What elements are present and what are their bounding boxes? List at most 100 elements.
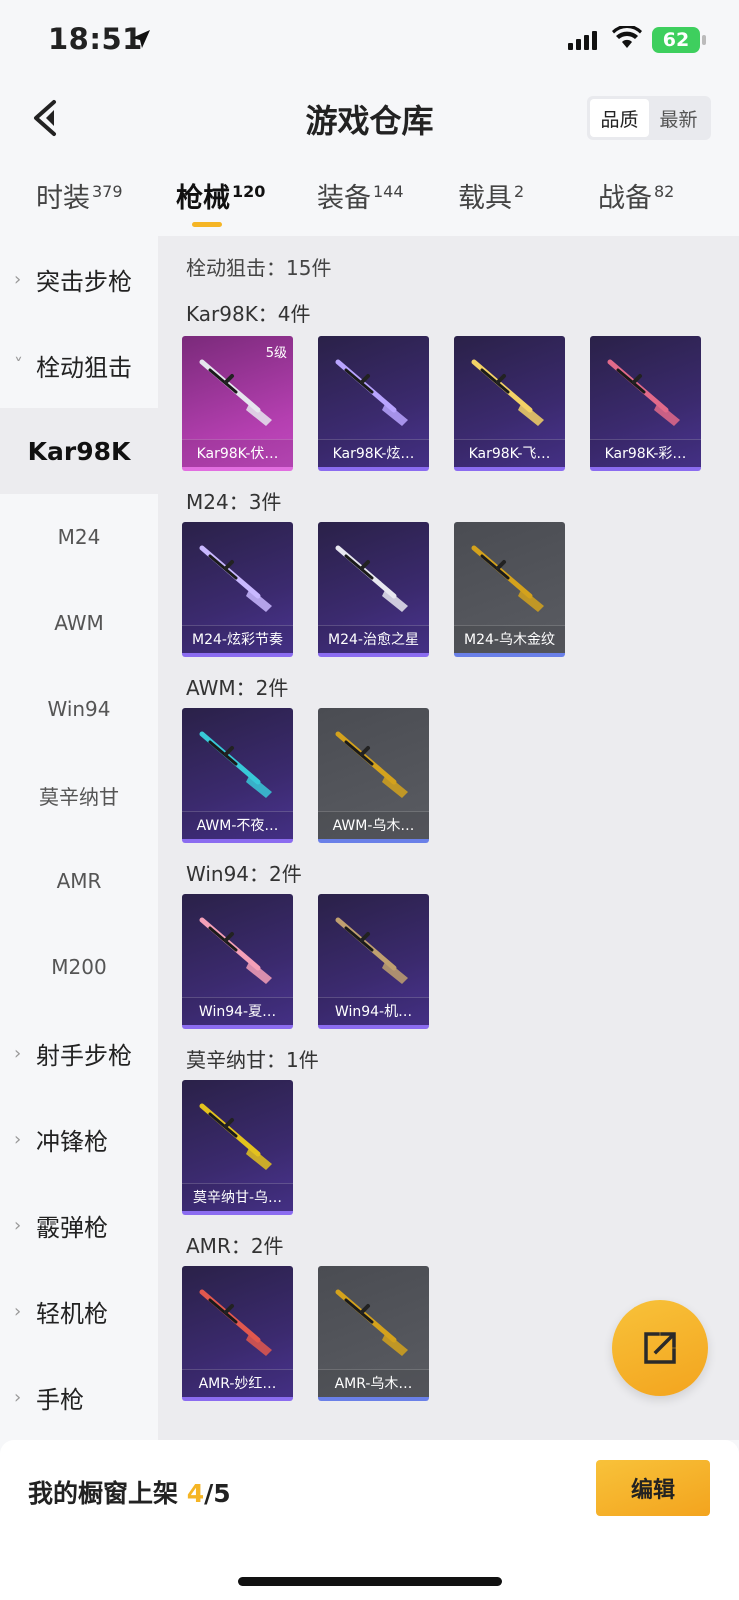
share-button[interactable] (612, 1300, 708, 1396)
sort-quality-button[interactable]: 品质 (590, 99, 649, 137)
share-export-icon (644, 1332, 676, 1364)
sidebar-item-1[interactable]: ˅ 栓动狙击 (0, 322, 158, 408)
home-indicator (238, 1577, 502, 1586)
chevron-right-icon: › (14, 268, 22, 290)
weapon-skin-card[interactable]: 5级 Kar98K-伏… (182, 336, 293, 471)
chevron-right-icon: › (14, 1386, 22, 1408)
tab-fashion[interactable]: 时装 379 (36, 176, 123, 215)
cellular-signal-icon (568, 31, 597, 50)
section-title: AWM：2件 (186, 676, 289, 700)
rifle-icon (471, 359, 544, 426)
sidebar-item-8[interactable]: M200 (0, 924, 158, 1010)
sidebar-item-label: 突击步枪 (36, 267, 132, 296)
sort-newest-button[interactable]: 最新 (649, 99, 708, 137)
sidebar-item-label: Win94 (47, 697, 111, 721)
rifle-icon (471, 545, 544, 612)
status-time: 18:51 (48, 22, 143, 56)
skin-name: AMR-妙红… (182, 1369, 293, 1397)
sidebar-item-label: 栓动狙击 (36, 353, 132, 382)
skin-name: AMR-乌木… (318, 1369, 429, 1397)
sidebar-item-11[interactable]: › 霰弹枪 (0, 1182, 158, 1268)
weapon-skin-card[interactable]: AMR-乌木… (318, 1266, 429, 1401)
skin-name: Kar98K-彩… (590, 439, 701, 467)
weapon-skin-card[interactable]: AWM-乌木… (318, 708, 429, 843)
rifle-icon (607, 359, 680, 426)
tab-supplies[interactable]: 战备 82 (598, 176, 674, 215)
sidebar-item-12[interactable]: › 轻机枪 (0, 1268, 158, 1354)
rifle-icon (199, 917, 272, 984)
sidebar-item-label: Kar98K (27, 436, 131, 466)
weapon-skin-card[interactable]: AWM-不夜… (182, 708, 293, 843)
tab-equipment[interactable]: 装备 144 (317, 176, 404, 215)
section-title: 莫辛纳甘：1件 (186, 1048, 319, 1072)
weapon-skin-card[interactable]: Kar98K-飞… (454, 336, 565, 471)
sidebar-item-13[interactable]: › 手枪 (0, 1354, 158, 1440)
rifle-icon (335, 1289, 408, 1356)
sidebar-item-label: AWM (54, 611, 104, 635)
sidebar-item-label: M24 (57, 525, 101, 549)
sort-toggle: 品质 最新 (587, 96, 711, 140)
battery-level: 62 (652, 27, 700, 53)
chevron-right-icon: › (14, 1300, 22, 1322)
chevron-down-icon: ˅ (14, 354, 23, 376)
weapon-skin-card[interactable]: AMR-妙红… (182, 1266, 293, 1401)
sidebar-item-6[interactable]: 莫辛纳甘 (0, 752, 158, 838)
rifle-icon (335, 545, 408, 612)
rifle-icon (199, 731, 272, 798)
sidebar-item-label: 射手步枪 (36, 1041, 132, 1070)
sidebar-item-label: 霰弹枪 (36, 1213, 108, 1242)
skin-name: 莫辛纳甘-乌… (182, 1183, 293, 1211)
weapon-skin-card[interactable]: Kar98K-炫… (318, 336, 429, 471)
showcase-footer: 我的橱窗上架 4/5 编辑 (0, 1440, 739, 1600)
sidebar-item-label: 冲锋枪 (36, 1127, 108, 1156)
battery-cap (702, 35, 706, 45)
sidebar-item-2[interactable]: Kar98K (0, 408, 158, 494)
chevron-right-icon: › (14, 1042, 22, 1064)
sidebar-item-4[interactable]: AWM (0, 580, 158, 666)
location-arrow-icon (132, 30, 150, 48)
weapon-skin-card[interactable]: M24-治愈之星 (318, 522, 429, 657)
sidebar-item-9[interactable]: › 射手步枪 (0, 1010, 158, 1096)
edit-button[interactable]: 编辑 (596, 1460, 710, 1516)
skin-name: Kar98K-飞… (454, 439, 565, 467)
section-title: AMR：2件 (186, 1234, 284, 1258)
sidebar-item-3[interactable]: M24 (0, 494, 158, 580)
rifle-icon (199, 359, 272, 426)
skin-name: M24-治愈之星 (318, 625, 429, 653)
skin-name: M24-乌木金纹 (454, 625, 565, 653)
status-bar: 18:51 62 (0, 0, 739, 80)
sidebar-item-10[interactable]: › 冲锋枪 (0, 1096, 158, 1182)
weapon-skin-card[interactable]: 莫辛纳甘-乌… (182, 1080, 293, 1215)
inventory-grid: 栓动狙击：15件 Kar98K：4件 5级 Kar98K-伏… Kar98K-炫… Ka… (158, 236, 739, 1440)
rifle-icon (335, 917, 408, 984)
skin-name: M24-炫彩节奏 (182, 625, 293, 653)
sidebar-item-label: M200 (51, 955, 107, 979)
category-tabs: 时装 379 枪械 120 装备 144 载具 2 战备 82 (0, 176, 739, 236)
rifle-icon (335, 359, 408, 426)
chevron-right-icon: › (14, 1128, 22, 1150)
chevron-right-icon: › (14, 1214, 22, 1236)
section-title: Kar98K：4件 (186, 302, 311, 326)
weapon-category-sidebar: › 突击步枪 ˅ 栓动狙击 Kar98K M24 AWM Win94 莫辛纳甘 AMR M200 › 射… (0, 236, 158, 1440)
rifle-icon (335, 731, 408, 798)
skin-name: Kar98K-伏… (182, 439, 293, 467)
active-tab-indicator (192, 222, 222, 227)
sidebar-item-0[interactable]: › 突击步枪 (0, 236, 158, 322)
skin-name: Win94-机… (318, 997, 429, 1025)
sidebar-item-label: 轻机枪 (36, 1299, 108, 1328)
sidebar-item-5[interactable]: Win94 (0, 666, 158, 752)
rifle-icon (199, 1289, 272, 1356)
weapon-skin-card[interactable]: M24-乌木金纹 (454, 522, 565, 657)
skin-level-badge: 5级 (265, 346, 287, 361)
sidebar-item-7[interactable]: AMR (0, 838, 158, 924)
weapon-skin-card[interactable]: Kar98K-彩… (590, 336, 701, 471)
tab-guns[interactable]: 枪械 120 (176, 176, 265, 215)
weapon-skin-card[interactable]: Win94-夏… (182, 894, 293, 1029)
rifle-icon (199, 1103, 272, 1170)
weapon-skin-card[interactable]: M24-炫彩节奏 (182, 522, 293, 657)
skin-name: AWM-乌木… (318, 811, 429, 839)
skin-name: Win94-夏… (182, 997, 293, 1025)
weapon-skin-card[interactable]: Win94-机… (318, 894, 429, 1029)
tab-vehicles[interactable]: 载具 2 (458, 176, 524, 215)
rifle-icon (199, 545, 272, 612)
